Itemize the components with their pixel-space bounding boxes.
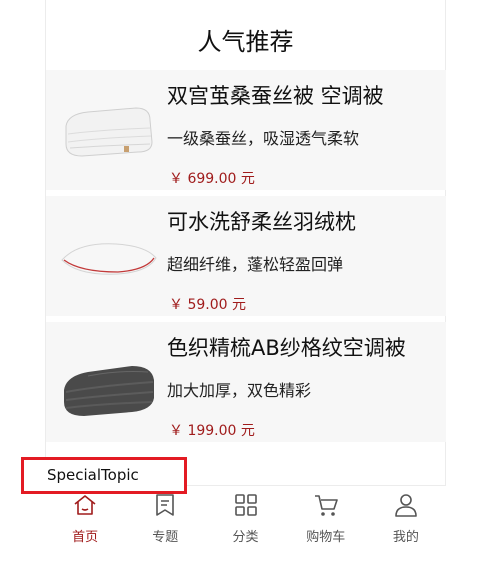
tab-label: 我的 [392,530,419,545]
product-price: ￥ 199.00 元 [169,423,255,439]
home-icon [74,495,96,515]
product-list: 双宫茧桑蚕丝被 空调被 一级桑蚕丝，吸湿透气柔软 ￥ 699.00 元 可水洗舒… [46,70,446,448]
product-name: 双宫茧桑蚕丝被 空调被 [167,84,384,108]
product-image-pillow[interactable] [58,210,158,300]
product-card[interactable]: 可水洗舒柔丝羽绒枕 超细纤维，蓬松轻盈回弹 ￥ 59.00 元 [46,196,446,316]
cart-icon [314,495,338,516]
special-topic-tooltip: SpecialTopic [21,457,187,494]
tab-label: 分类 [232,530,259,545]
product-image-quilt[interactable] [58,84,158,174]
user-icon [395,494,417,517]
tab-home[interactable]: 首页 [45,486,125,548]
tab-category[interactable]: 分类 [205,486,285,548]
category-icon [234,494,257,516]
product-desc: 超细纤维，蓬松轻盈回弹 [167,255,344,274]
product-desc: 加大加厚，双色精彩 [167,381,312,400]
product-card[interactable]: 色织精梳AB纱格纹空调被 加大加厚，双色精彩 ￥ 199.00 元 [46,322,446,442]
tab-label: 购物车 [306,530,346,545]
bottom-tab-bar: 首页 专题 分类 购物车 我的 [45,485,446,548]
product-price: ￥ 59.00 元 [169,297,246,313]
tab-profile[interactable]: 我的 [366,486,446,548]
product-name: 可水洗舒柔丝羽绒枕 [167,210,356,234]
product-card[interactable]: 双宫茧桑蚕丝被 空调被 一级桑蚕丝，吸湿透气柔软 ￥ 699.00 元 [46,70,446,190]
product-desc: 一级桑蚕丝，吸湿透气柔软 [167,129,360,148]
tab-topic[interactable]: 专题 [125,486,205,548]
product-price: ￥ 699.00 元 [169,171,255,187]
tab-label: 专题 [152,530,179,545]
tooltip-text: SpecialTopic [47,466,139,484]
page-title: 人气推荐 [197,28,294,56]
tab-cart[interactable]: 购物车 [286,486,366,548]
tab-label: 首页 [72,530,99,545]
product-name: 色织精梳AB纱格纹空调被 [167,336,406,360]
topic-icon [156,494,175,516]
product-image-blanket[interactable] [58,336,158,426]
